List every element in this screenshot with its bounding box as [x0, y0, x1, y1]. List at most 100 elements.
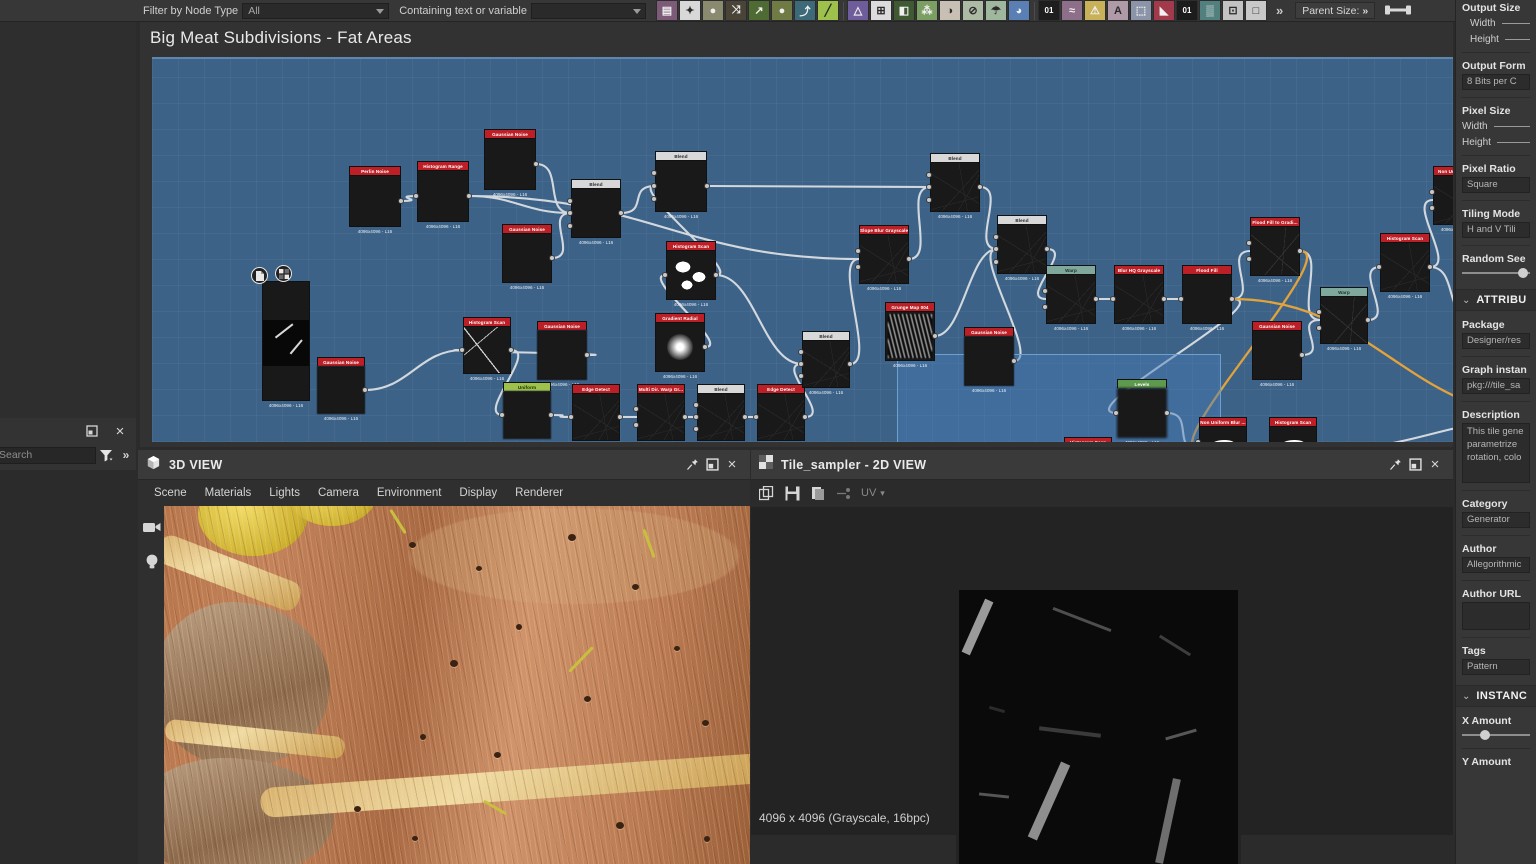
- transform-icon[interactable]: ⤨: [725, 0, 747, 21]
- chevron-down-icon[interactable]: ▾: [880, 488, 885, 499]
- pin-icon[interactable]: [682, 455, 702, 475]
- gradient-icon[interactable]: ╱: [817, 0, 839, 21]
- 3d-viewport[interactable]: [164, 506, 750, 864]
- tags-value[interactable]: Pattern: [1462, 659, 1530, 675]
- node-input-port[interactable]: [1113, 410, 1119, 416]
- output-icon[interactable]: ⊡: [1222, 0, 1244, 21]
- light-bulb-icon[interactable]: [145, 553, 159, 576]
- graph-node[interactable]: Edge Detect4096x4096 - L16: [572, 384, 620, 441]
- node-output-port[interactable]: [1044, 246, 1050, 252]
- node-input-port[interactable]: [413, 193, 419, 199]
- float-icon[interactable]: [1405, 455, 1425, 475]
- graph-node[interactable]: Edge Detect4096x4096 - L16: [757, 384, 805, 441]
- package-value[interactable]: Designer/res: [1462, 333, 1530, 349]
- node-input-port[interactable]: [1316, 309, 1322, 315]
- noise-01-icon[interactable]: 01: [1038, 0, 1060, 21]
- node-output-port[interactable]: [682, 414, 688, 420]
- node-input-port[interactable]: [1376, 264, 1382, 270]
- graph-node[interactable]: Blend4096x4096 - L16: [802, 331, 850, 388]
- selected-node[interactable]: 4096x4096 - L16: [262, 281, 310, 401]
- node-input-port[interactable]: [926, 172, 932, 178]
- warning-icon[interactable]: ⚠: [1084, 0, 1106, 21]
- node-output-port[interactable]: [932, 333, 938, 339]
- node-output-port[interactable]: [1365, 317, 1371, 323]
- graph-node[interactable]: Blend4096x4096 - L16: [697, 384, 745, 441]
- output-height-slider[interactable]: [1505, 39, 1530, 40]
- node-input-port[interactable]: [459, 347, 465, 353]
- node-output-port[interactable]: [1164, 410, 1170, 416]
- node-output-port[interactable]: [704, 183, 710, 189]
- node-input-port[interactable]: [798, 349, 804, 355]
- 2d-viewport[interactable]: 4096 x 4096 (Grayscale, 16bpc): [751, 507, 1453, 835]
- node-input-port[interactable]: [1178, 296, 1184, 302]
- filter-icon[interactable]: [96, 445, 116, 465]
- fill-icon[interactable]: ◣: [1153, 0, 1175, 21]
- node-output-port[interactable]: [713, 272, 719, 278]
- toolbar-overflow-icon[interactable]: »: [1268, 3, 1291, 18]
- bitmap-icon[interactable]: ▤: [656, 0, 678, 21]
- node-output-port[interactable]: [548, 412, 554, 418]
- frame-icon[interactable]: □: [1245, 0, 1267, 21]
- node-output-port[interactable]: [847, 361, 853, 367]
- author-value[interactable]: Allegorithmic: [1462, 557, 1530, 573]
- graph-node[interactable]: Gaussian Noise4096x4096 - L16: [1252, 321, 1302, 380]
- graph-node[interactable]: Histogram Scan4096x4096 - L16: [1269, 417, 1317, 442]
- containing-text-select[interactable]: [531, 3, 646, 19]
- node-input-port[interactable]: [693, 426, 699, 432]
- pattern-icon[interactable]: ◧: [893, 0, 915, 21]
- graph-node[interactable]: Non Uniform Blur ...4096x4096 - L16: [1199, 417, 1247, 442]
- 3d-menu-lights[interactable]: Lights: [261, 484, 308, 502]
- link-icon[interactable]: [835, 484, 853, 502]
- graph-node[interactable]: Blend4096x4096 - L16: [655, 151, 707, 212]
- node-output-port[interactable]: [362, 387, 368, 393]
- graph-node[interactable]: Grunge Map 0044096x4096 - L16: [885, 302, 935, 361]
- attributes-section-header[interactable]: ⌄ ATTRIBU: [1456, 289, 1536, 311]
- node-input-port[interactable]: [693, 414, 699, 420]
- tile-icon[interactable]: ⊞: [870, 0, 892, 21]
- node-input-port[interactable]: [798, 361, 804, 367]
- node-input-port[interactable]: [1429, 189, 1435, 195]
- pixel-height-slider[interactable]: [1497, 142, 1530, 143]
- node-output-port[interactable]: [466, 193, 472, 199]
- node-input-port[interactable]: [993, 234, 999, 240]
- node-input-port[interactable]: [567, 210, 573, 216]
- node-output-port[interactable]: [1297, 248, 1303, 254]
- node-input-port[interactable]: [993, 259, 999, 265]
- node-output-port[interactable]: [702, 344, 708, 350]
- node-input-port[interactable]: [855, 248, 861, 254]
- node-input-port[interactable]: [651, 170, 657, 176]
- blend-icon[interactable]: ◑: [939, 0, 961, 21]
- channel-label[interactable]: UV: [861, 487, 876, 499]
- graph-node[interactable]: Blend4096x4096 - L16: [930, 153, 980, 212]
- tiling-mode-select[interactable]: H and V Tili: [1462, 222, 1530, 238]
- explorer-search-input[interactable]: Search: [0, 447, 96, 464]
- water-icon[interactable]: ●: [771, 0, 793, 21]
- node-output-port[interactable]: [508, 347, 514, 353]
- vector-01-icon[interactable]: 01: [1176, 0, 1198, 21]
- graph-node[interactable]: Blend4096x4096 - L16: [997, 215, 1047, 274]
- curve-icon[interactable]: ↗: [748, 0, 770, 21]
- node-output-port[interactable]: [549, 255, 555, 261]
- explorer-more-icon[interactable]: »: [116, 445, 136, 465]
- pixel-width-slider[interactable]: [1494, 126, 1530, 127]
- splatter-icon[interactable]: ⁂: [916, 0, 938, 21]
- 3d-menu-display[interactable]: Display: [451, 484, 505, 502]
- blur-icon[interactable]: ●: [702, 0, 724, 21]
- category-value[interactable]: Generator: [1462, 512, 1530, 528]
- graph-node[interactable]: Flood Fill to Gradi...4096x4096 - L16: [1250, 217, 1300, 276]
- node-output-port[interactable]: [1093, 296, 1099, 302]
- graph-node[interactable]: Warp4096x4096 - L16: [1320, 287, 1368, 344]
- 3d-menu-camera[interactable]: Camera: [310, 484, 367, 502]
- pixel-ratio-select[interactable]: Square: [1462, 177, 1530, 193]
- graph-node[interactable]: Histogram Scan4096x4096 - L16: [463, 317, 511, 374]
- author-url-value[interactable]: [1462, 602, 1530, 630]
- graph-node[interactable]: Warp4096x4096 - L16: [1046, 265, 1096, 324]
- node-input-port[interactable]: [926, 184, 932, 190]
- graph-node[interactable]: Gaussian Noise4096x4096 - L16: [537, 321, 587, 380]
- save-icon[interactable]: [783, 484, 801, 502]
- node-input-port[interactable]: [753, 414, 759, 420]
- text-icon[interactable]: A: [1107, 0, 1129, 21]
- node-output-port[interactable]: [1161, 296, 1167, 302]
- x-amount-slider[interactable]: [1462, 729, 1530, 741]
- duplicate-icon[interactable]: [757, 484, 775, 502]
